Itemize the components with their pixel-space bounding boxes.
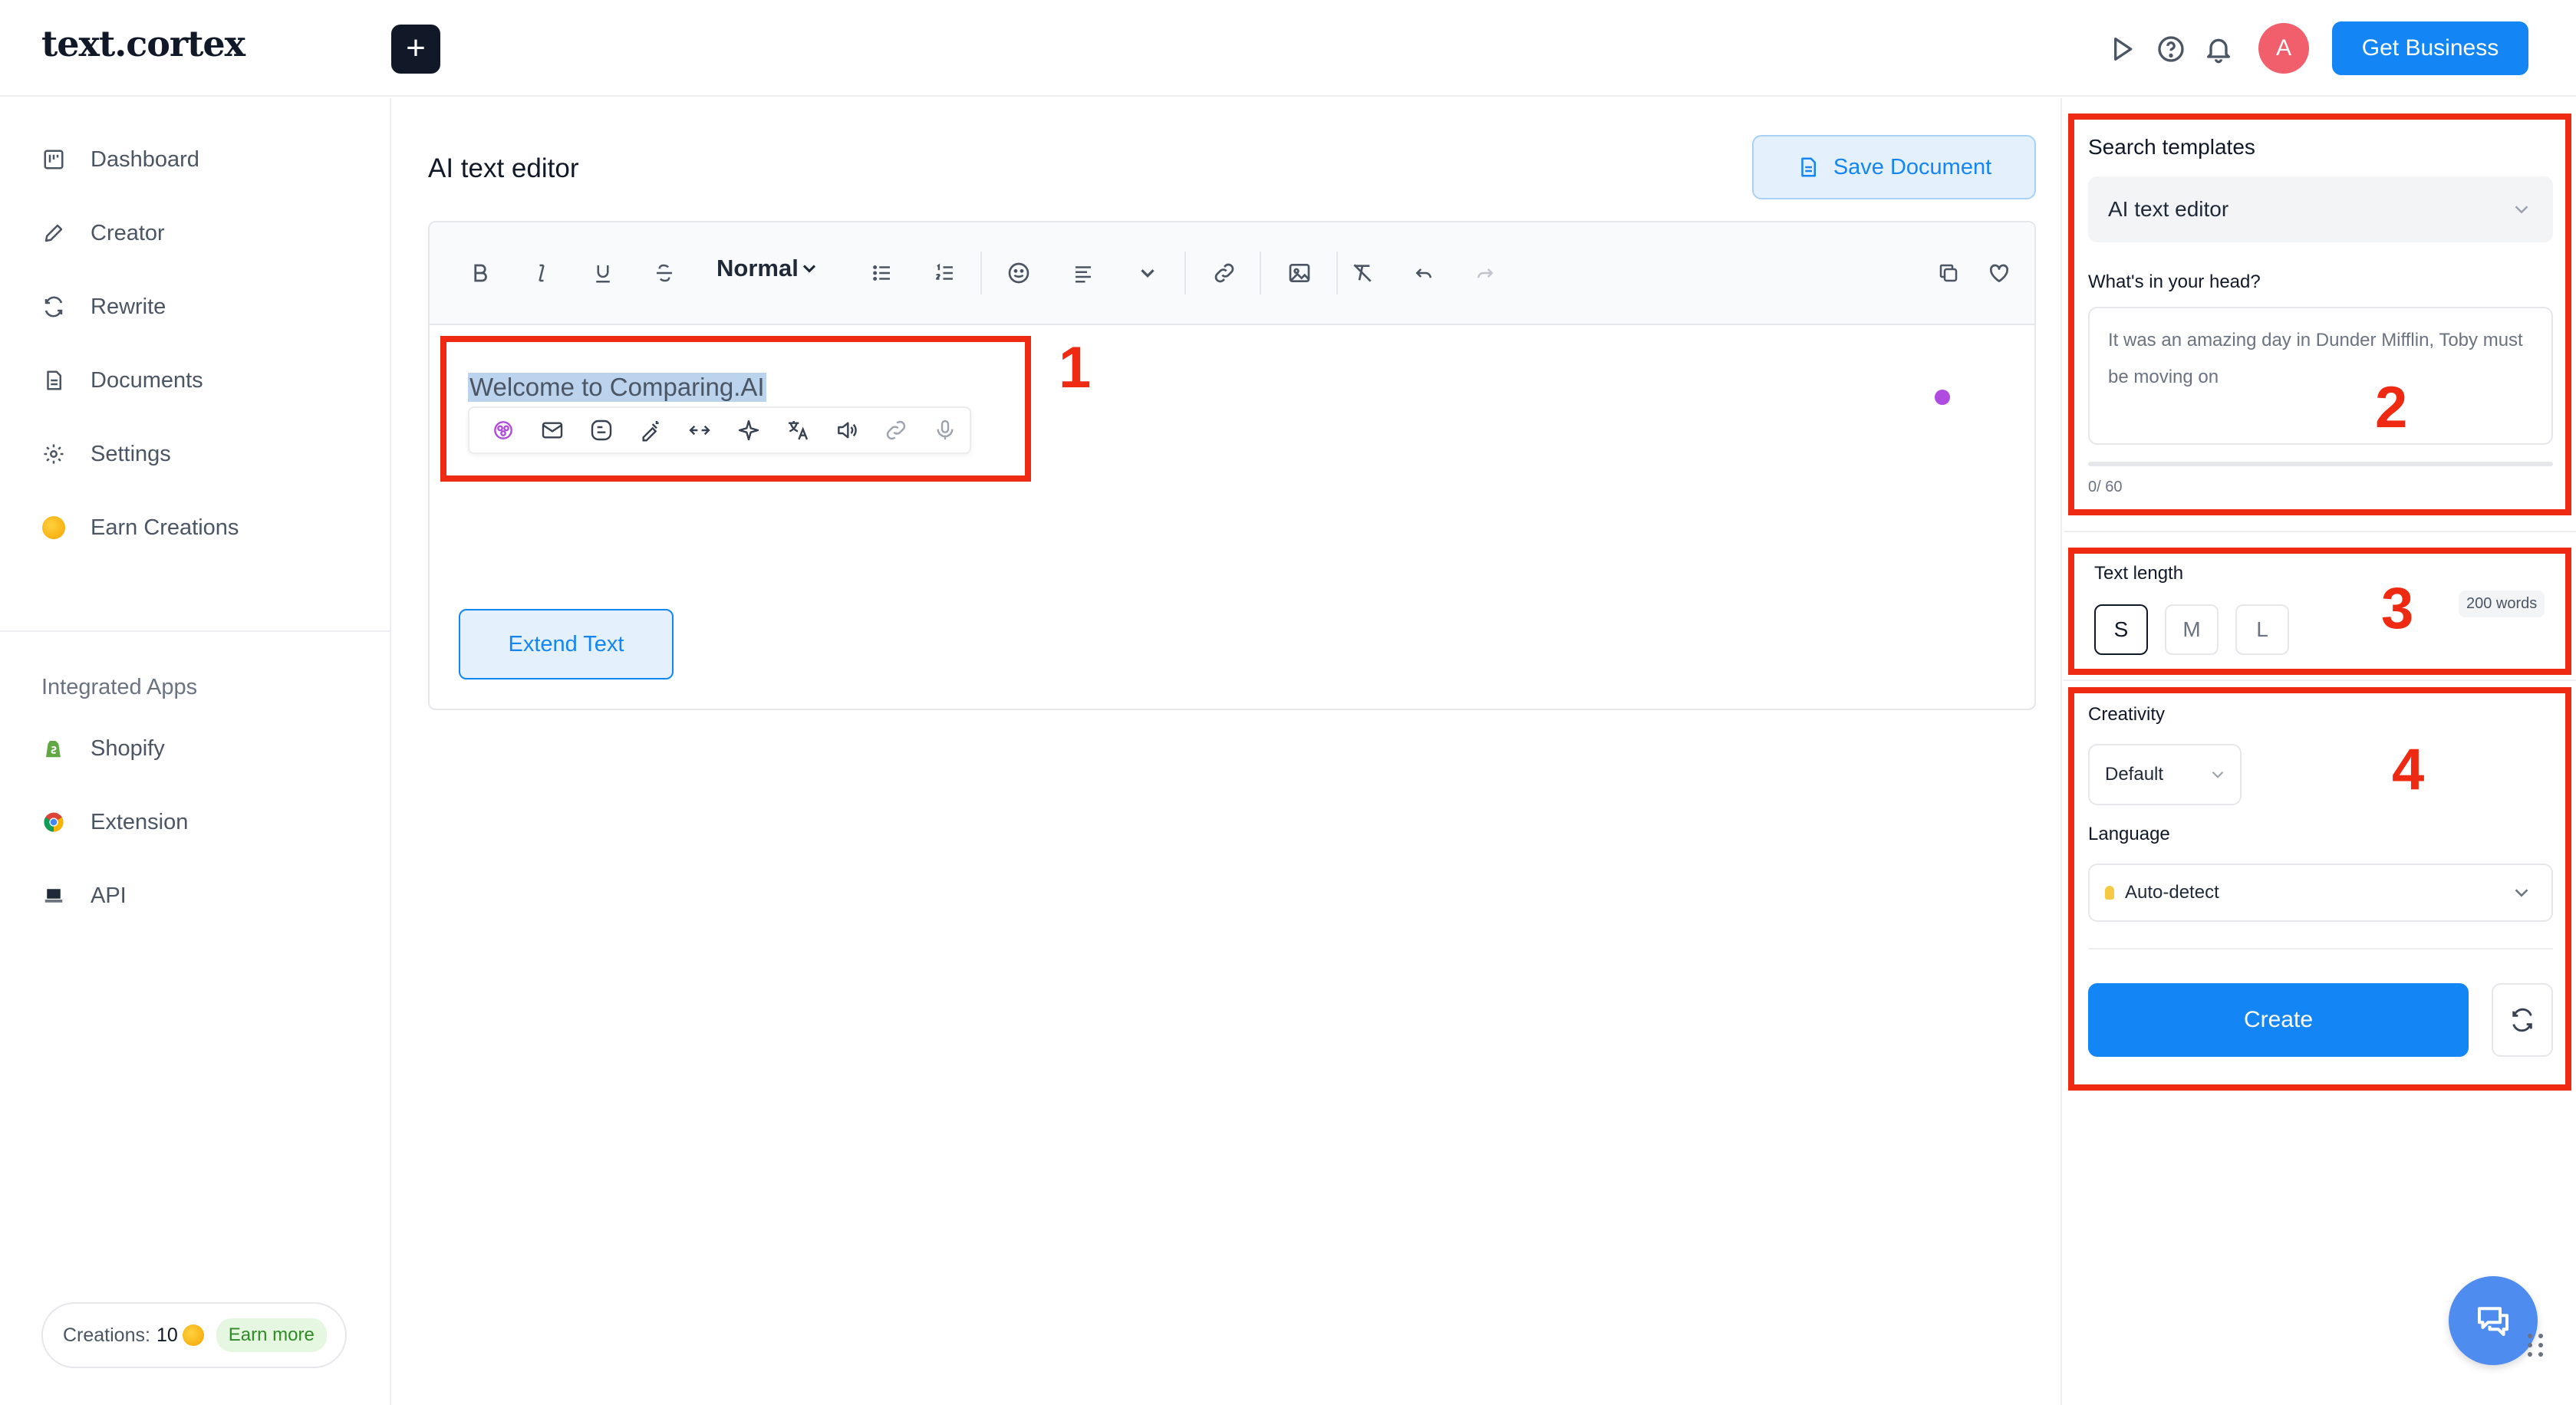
format-select[interactable]: Normal [716,255,820,282]
sidebar-item-label: Dashboard [91,146,199,172]
image-icon[interactable] [1283,256,1316,290]
new-item-button[interactable]: + [391,25,440,74]
sidebar-item-api[interactable]: API [40,873,127,919]
sidebar-item-label: Settings [91,441,171,466]
pencil-icon [40,219,68,247]
app-root: text.cortex + A Get Business Dashboard C… [0,0,2576,1405]
dashboard-icon [40,146,68,173]
integrated-apps-heading: Integrated Apps [41,675,198,699]
sidebar-item-earn-creations[interactable]: Earn Creations [40,505,239,551]
play-icon[interactable] [2107,34,2137,64]
sidebar-item-label: Shopify [91,735,165,761]
align-icon[interactable] [1066,256,1100,290]
shopify-icon [40,735,68,762]
help-icon[interactable] [2156,34,2186,64]
status-dot [1935,390,1950,405]
gear-icon [40,440,68,468]
clear-format-icon[interactable] [1346,256,1379,290]
creations-balance: Creations: 10 Earn more [41,1302,347,1368]
laptop-icon [40,882,68,910]
annotation-box-4 [2068,687,2571,1091]
creations-label: Creations: [63,1324,150,1346]
top-bar: text.cortex + A Get Business [0,0,2576,97]
sidebar-item-shopify[interactable]: Shopify [40,726,165,772]
sidebar-item-label: Extension [91,809,189,834]
panel-divider [2064,531,2576,532]
document-icon [1801,157,1816,177]
annotation-number-2: 2 [2375,375,2408,440]
save-document-label: Save Document [1833,154,1992,179]
sidebar-item-rewrite[interactable]: Rewrite [40,284,166,330]
annotation-number-3: 3 [2381,576,2414,641]
format-select-value: Normal [716,255,799,281]
editor-toolbar: Normal [430,222,2034,325]
redo-icon[interactable] [1468,256,1502,290]
numbered-list-icon[interactable] [928,256,962,290]
drag-handle-icon[interactable] [2525,1331,2548,1359]
italic-icon[interactable] [525,256,558,290]
save-document-button[interactable]: Save Document [1752,135,2036,199]
sidebar-item-label: API [91,883,127,908]
sidebar-item-label: Creator [91,220,165,245]
copy-icon[interactable] [1932,256,1965,290]
sidebar-divider [0,630,390,632]
annotation-number-4: 4 [2392,737,2425,802]
chat-icon [2477,1307,2509,1337]
logo[interactable]: text.cortex [41,23,245,64]
bold-icon[interactable] [463,256,497,290]
undo-icon[interactable] [1407,256,1441,290]
sidebar-item-documents[interactable]: Documents [40,357,203,403]
toolbar-separator [1184,252,1186,294]
toolbar-separator [1260,252,1261,294]
sidebar-item-dashboard[interactable]: Dashboard [40,137,199,183]
avatar[interactable]: A [2258,23,2309,74]
get-business-button[interactable]: Get Business [2332,21,2528,75]
bullet-list-icon[interactable] [865,256,899,290]
sidebar-item-creator[interactable]: Creator [40,210,165,256]
sidebar-item-label: Documents [91,367,203,393]
sidebar-item-label: Earn Creations [91,515,239,540]
strikethrough-icon[interactable] [647,256,681,290]
page-title: AI text editor [428,153,579,183]
earn-more-button[interactable]: Earn more [216,1318,327,1352]
sidebar-item-label: Rewrite [91,294,166,319]
annotation-box-2 [2068,114,2571,515]
annotation-number-1: 1 [1059,335,1092,400]
coin-icon [40,514,68,541]
annotation-box-1 [440,336,1031,482]
rewrite-icon [40,293,68,321]
coin-icon [182,1324,204,1346]
chevron-down-icon[interactable] [1131,256,1164,290]
sidebar-item-settings[interactable]: Settings [40,431,171,477]
extend-text-button[interactable]: Extend Text [459,609,674,679]
sidebar-item-extension[interactable]: Extension [40,799,188,845]
chevron-down-icon [802,265,815,273]
panel-divider [2064,679,2576,681]
heart-icon[interactable] [1982,256,2016,290]
link-icon[interactable] [1207,256,1241,290]
document-icon [40,367,68,394]
creations-count: 10 [156,1324,178,1346]
annotation-box-3 [2068,548,2571,675]
underline-icon[interactable] [586,256,620,290]
chat-button[interactable] [2449,1276,2538,1365]
sidebar: Dashboard Creator Rewrite Documents Sett… [0,98,391,1405]
toolbar-separator [980,252,982,294]
bell-icon[interactable] [2203,34,2234,64]
toolbar-separator [1336,252,1338,294]
chrome-icon [40,808,68,836]
emoji-icon[interactable] [1002,256,1036,290]
